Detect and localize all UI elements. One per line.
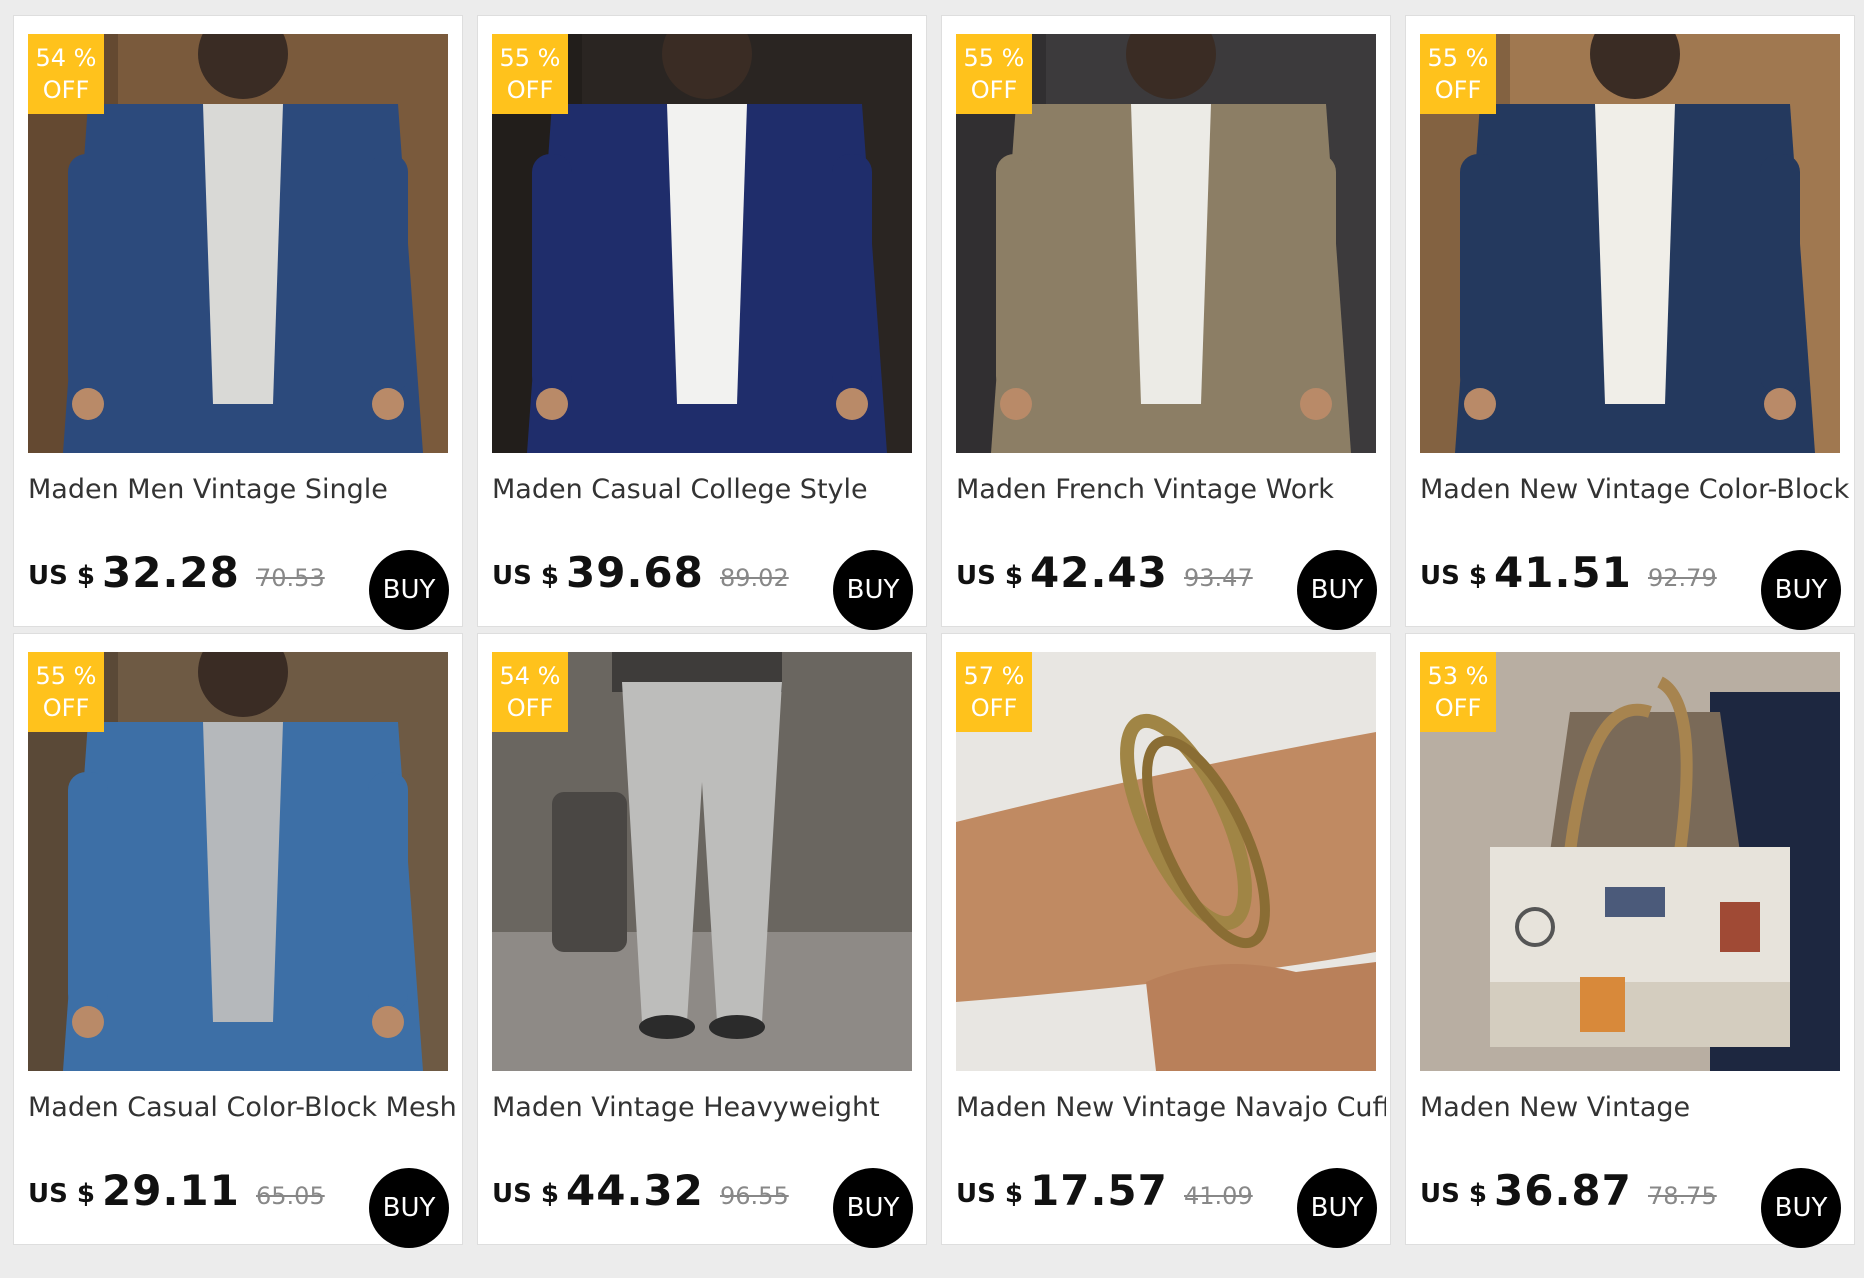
product-title[interactable]: Maden Casual College Style: [492, 474, 922, 505]
discount-badge: 55 % OFF: [492, 34, 568, 114]
product-image[interactable]: 55 % OFF: [1420, 34, 1840, 453]
currency-label: US $: [1420, 561, 1487, 591]
original-price: 89.02: [720, 564, 789, 592]
buy-button[interactable]: BUY: [1761, 550, 1841, 630]
product-image[interactable]: 54 % OFF: [492, 652, 912, 1071]
sale-price: 41.51: [1494, 548, 1632, 597]
discount-percent: 55 %: [1427, 44, 1489, 72]
discount-off-label: OFF: [42, 76, 90, 104]
currency-label: US $: [956, 561, 1023, 591]
discount-percent: 55 %: [499, 44, 561, 72]
product-image[interactable]: 55 % OFF: [956, 34, 1376, 453]
product-title[interactable]: Maden Men Vintage Single: [28, 474, 458, 505]
original-price: 65.05: [256, 1182, 325, 1210]
product-image[interactable]: 55 % OFF: [28, 652, 448, 1071]
discount-badge: 54 % OFF: [492, 652, 568, 732]
original-price: 41.09: [1184, 1182, 1253, 1210]
discount-percent: 55 %: [35, 662, 97, 690]
currency-label: US $: [956, 1179, 1023, 1209]
product-grid: 54 % OFF Maden Men Vintage Single US $ 3…: [0, 0, 1864, 1278]
discount-off-label: OFF: [1434, 694, 1482, 722]
sale-price: 36.87: [1494, 1166, 1632, 1215]
product-card[interactable]: 55 % OFF Maden Casual Color-Block Mesh U…: [13, 633, 463, 1248]
buy-button[interactable]: BUY: [1761, 1168, 1841, 1248]
buy-button[interactable]: BUY: [833, 1168, 913, 1248]
discount-off-label: OFF: [970, 694, 1018, 722]
discount-badge: 54 % OFF: [28, 34, 104, 114]
original-price: 93.47: [1184, 564, 1253, 592]
product-card[interactable]: 53 % OFF Maden New Vintage US $ 36.87 78…: [1405, 633, 1855, 1248]
product-title[interactable]: Maden Vintage Heavyweight: [492, 1092, 922, 1123]
currency-label: US $: [28, 561, 95, 591]
discount-badge: 55 % OFF: [28, 652, 104, 732]
sale-price: 32.28: [102, 548, 240, 597]
product-title[interactable]: Maden New Vintage Color-Block: [1420, 474, 1850, 505]
discount-off-label: OFF: [506, 76, 554, 104]
currency-label: US $: [1420, 1179, 1487, 1209]
original-price: 78.75: [1648, 1182, 1717, 1210]
product-image[interactable]: 57 % OFF: [956, 652, 1376, 1071]
product-card[interactable]: 55 % OFF Maden French Vintage Work US $ …: [941, 15, 1391, 630]
product-card[interactable]: 57 % OFF Maden New Vintage Navajo Cuff U…: [941, 633, 1391, 1248]
currency-label: US $: [492, 1179, 559, 1209]
product-title[interactable]: Maden Casual Color-Block Mesh: [28, 1092, 458, 1123]
discount-badge: 57 % OFF: [956, 652, 1032, 732]
discount-off-label: OFF: [970, 76, 1018, 104]
discount-badge: 53 % OFF: [1420, 652, 1496, 732]
sale-price: 39.68: [566, 548, 704, 597]
discount-off-label: OFF: [1434, 76, 1482, 104]
discount-badge: 55 % OFF: [1420, 34, 1496, 114]
discount-percent: 55 %: [963, 44, 1025, 72]
currency-label: US $: [28, 1179, 95, 1209]
buy-button[interactable]: BUY: [1297, 550, 1377, 630]
discount-percent: 53 %: [1427, 662, 1489, 690]
product-image[interactable]: 54 % OFF: [28, 34, 448, 453]
original-price: 96.55: [720, 1182, 789, 1210]
currency-label: US $: [492, 561, 559, 591]
product-image[interactable]: 53 % OFF: [1420, 652, 1840, 1071]
sale-price: 44.32: [566, 1166, 704, 1215]
sale-price: 29.11: [102, 1166, 240, 1215]
discount-off-label: OFF: [42, 694, 90, 722]
buy-button[interactable]: BUY: [369, 550, 449, 630]
product-card[interactable]: 55 % OFF Maden Casual College Style US $…: [477, 15, 927, 630]
product-card[interactable]: 55 % OFF Maden New Vintage Color-Block U…: [1405, 15, 1855, 630]
product-card[interactable]: 54 % OFF Maden Vintage Heavyweight US $ …: [477, 633, 927, 1248]
buy-button[interactable]: BUY: [833, 550, 913, 630]
product-image[interactable]: 55 % OFF: [492, 34, 912, 453]
product-title[interactable]: Maden New Vintage Navajo Cuff: [956, 1092, 1386, 1123]
original-price: 92.79: [1648, 564, 1717, 592]
sale-price: 42.43: [1030, 548, 1168, 597]
discount-percent: 57 %: [963, 662, 1025, 690]
product-title[interactable]: Maden New Vintage: [1420, 1092, 1850, 1123]
discount-percent: 54 %: [35, 44, 97, 72]
product-card[interactable]: 54 % OFF Maden Men Vintage Single US $ 3…: [13, 15, 463, 630]
buy-button[interactable]: BUY: [1297, 1168, 1377, 1248]
original-price: 70.53: [256, 564, 325, 592]
discount-percent: 54 %: [499, 662, 561, 690]
product-title[interactable]: Maden French Vintage Work: [956, 474, 1386, 505]
discount-off-label: OFF: [506, 694, 554, 722]
buy-button[interactable]: BUY: [369, 1168, 449, 1248]
sale-price: 17.57: [1030, 1166, 1168, 1215]
discount-badge: 55 % OFF: [956, 34, 1032, 114]
